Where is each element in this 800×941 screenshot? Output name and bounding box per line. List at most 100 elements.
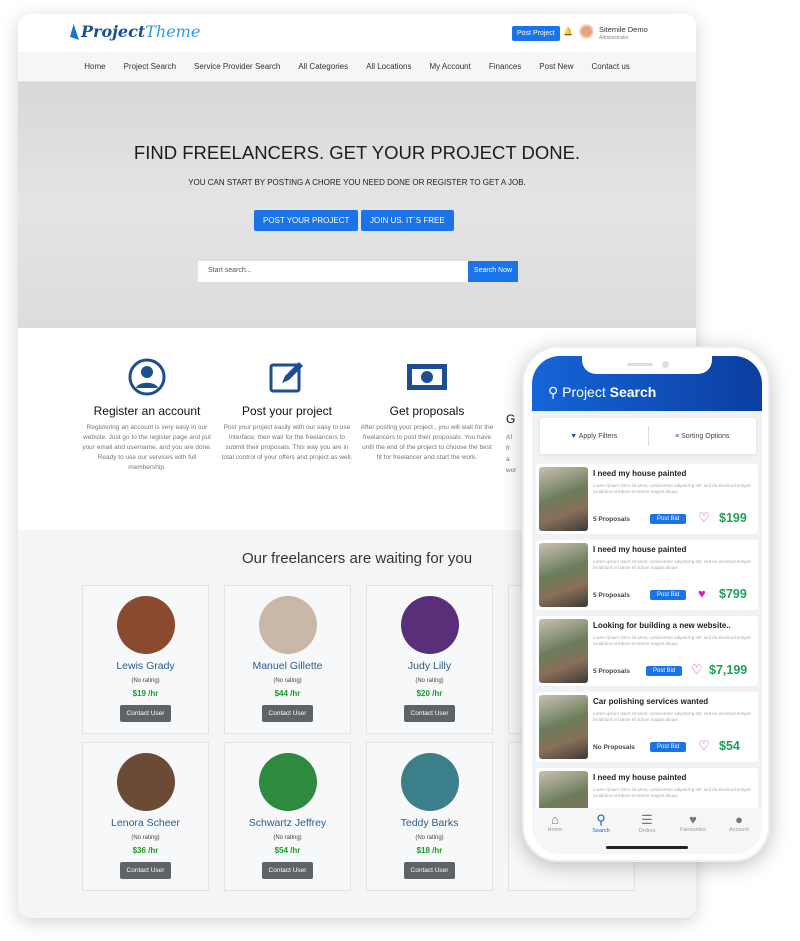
project-title[interactable]: I need my house painted [593,545,686,554]
freelancer-avatar[interactable] [400,596,459,654]
step-proposals: Get proposals After posting your project … [360,358,494,463]
filter-icon: ▼ [570,432,578,440]
step-post: Post your project Post your project easil… [220,358,354,463]
tab-account[interactable]: ● Account [719,812,759,854]
project-card[interactable]: Car polishing services wanted Lorem ipsu… [536,692,758,762]
user-circle-icon [128,358,166,396]
project-image [539,543,588,607]
post-bid-button[interactable]: Post Bid [650,590,687,600]
search-now-button[interactable]: Search Now [468,261,518,282]
project-image [539,467,588,531]
hero-subtitle: YOU CAN START BY POSTING A CHORE YOU NEE… [188,178,526,187]
freelancer-name[interactable]: Schwartz Jeffrey [225,817,350,829]
freelancer-avatar[interactable] [116,596,175,654]
contact-user-button[interactable]: Contact User [403,862,456,879]
freelancer-avatar[interactable] [116,753,175,811]
freelancer-name[interactable]: Lenora Scheer [83,817,208,829]
nav-item[interactable]: All Locations [366,62,411,71]
heart-outline-icon[interactable]: ♡ [698,738,710,754]
bell-icon[interactable]: 🔔 [563,27,573,36]
search-input[interactable]: Start search... [198,261,468,282]
layers-icon: ☰ [641,812,653,827]
post-project-button[interactable]: Post Project [512,26,560,41]
project-price: $7,199 [709,663,748,677]
project-card[interactable]: I need my house painted Lorem ipsum dolo… [536,464,758,534]
user-icon: ● [735,812,743,827]
contact-user-button[interactable]: Contact User [261,862,314,879]
project-title[interactable]: Looking for building a new website.. [593,621,731,630]
heart-filled-icon[interactable]: ♥ [698,586,706,601]
freelancer-card: Judy Lilly (No rating) $20 /hr Contact U… [366,585,493,734]
proposal-count: 5 Proposals [593,516,630,523]
nav-item[interactable]: Service Provider Search [194,62,280,71]
freelancer-avatar[interactable] [400,753,459,811]
freelancer-card: Lewis Grady (No rating) $19 /hr Contact … [82,585,209,734]
logo-text: Project [81,22,146,41]
sorting-label: Sorting Options [681,432,730,440]
project-card[interactable]: I need my house painted Lorem ipsum dolo… [536,540,758,610]
apply-filters-button[interactable]: ▼ Apply Filters [540,433,648,440]
project-price: $799 [719,587,747,601]
freelancer-name[interactable]: Manuel Gillette [225,660,350,672]
sorting-options-button[interactable]: ≡ Sorting Options [649,433,757,440]
filter-bar: ▼ Apply Filters ≡ Sorting Options [540,418,756,454]
heart-outline-icon[interactable]: ♡ [698,510,710,526]
step-text: Registering an account is very easy in o… [82,424,212,472]
search-icon: ⚲ [548,384,559,400]
tab-label: Favourites [680,827,706,833]
freelancer-avatar[interactable] [258,596,317,654]
sort-icon: ≡ [675,432,680,440]
phone-title-bold: Search [609,384,657,400]
apply-filters-label: Apply Filters [578,432,618,440]
project-price: $54 [719,739,740,753]
project-title[interactable]: Car polishing services wanted [593,697,708,706]
heart-outline-icon[interactable]: ♡ [691,662,703,678]
post-bid-button[interactable]: Post Bid [650,514,687,524]
step-title: Register an account [93,404,201,418]
hero: FIND FREELANCERS. GET YOUR PROJECT DONE.… [18,82,696,328]
freelancer-rate: $44 /hr [274,689,301,698]
contact-user-button[interactable]: Contact User [403,705,456,722]
user-name[interactable]: Sitemile Demo [599,25,648,34]
logo[interactable]: ProjectTheme [70,22,200,41]
project-title[interactable]: I need my house painted [593,773,686,782]
contact-user-button[interactable]: Contact User [119,862,172,879]
header: ProjectTheme Post Project 🔔 Sitemile Dem… [18,14,696,52]
nav-item[interactable]: Post New [539,62,573,71]
join-us-button[interactable]: JOIN US. IT`S FREE [361,210,454,231]
post-bid-button[interactable]: Post Bid [650,742,687,752]
nav-item[interactable]: Project Search [124,62,176,71]
money-icon [407,364,447,390]
project-title[interactable]: I need my house painted [593,469,686,478]
post-your-project-button[interactable]: POST YOUR PROJECT [254,210,359,231]
nav-item[interactable]: My Account [429,62,470,71]
nav-item[interactable]: Home [84,62,105,71]
contact-user-button[interactable]: Contact User [119,705,172,722]
home-indicator [606,846,688,849]
freelancer-avatar[interactable] [258,753,317,811]
post-bid-button[interactable]: Post Bid [646,666,683,676]
logo-text-2: Theme [145,22,201,41]
freelancer-rating: (No rating) [273,835,302,841]
avatar[interactable] [579,24,594,39]
freelancer-name[interactable]: Lewis Grady [83,660,208,672]
nav-item[interactable]: Finances [489,62,521,71]
freelancer-card: Lenora Scheer (No rating) $36 /hr Contac… [82,742,209,891]
tab-label: Home [547,827,563,833]
project-description: Lorem ipsum dolor sit amet, consectetur … [593,483,751,495]
tab-home[interactable]: ⌂ Home [535,812,575,854]
phone-screen: ⚲ Project Search ▼ Apply Filters ≡ Sorti… [532,356,762,854]
step-title: Get proposals [389,404,465,418]
phone-title: Project [562,384,606,400]
nav-item[interactable]: All Categories [298,62,348,71]
contact-user-button[interactable]: Contact User [261,705,314,722]
freelancer-name[interactable]: Teddy Barks [367,817,492,829]
phone-mockup: ⚲ Project Search ▼ Apply Filters ≡ Sorti… [522,346,770,862]
hero-title: FIND FREELANCERS. GET YOUR PROJECT DONE. [133,142,581,163]
project-card[interactable]: Looking for building a new website.. Lor… [536,616,758,686]
freelancer-name[interactable]: Judy Lilly [367,660,492,672]
home-icon: ⌂ [551,812,559,827]
nav-item[interactable]: Contact us [592,62,630,71]
proposal-count: No Proposals [593,744,635,751]
proposal-count: 5 Proposals [593,592,630,599]
